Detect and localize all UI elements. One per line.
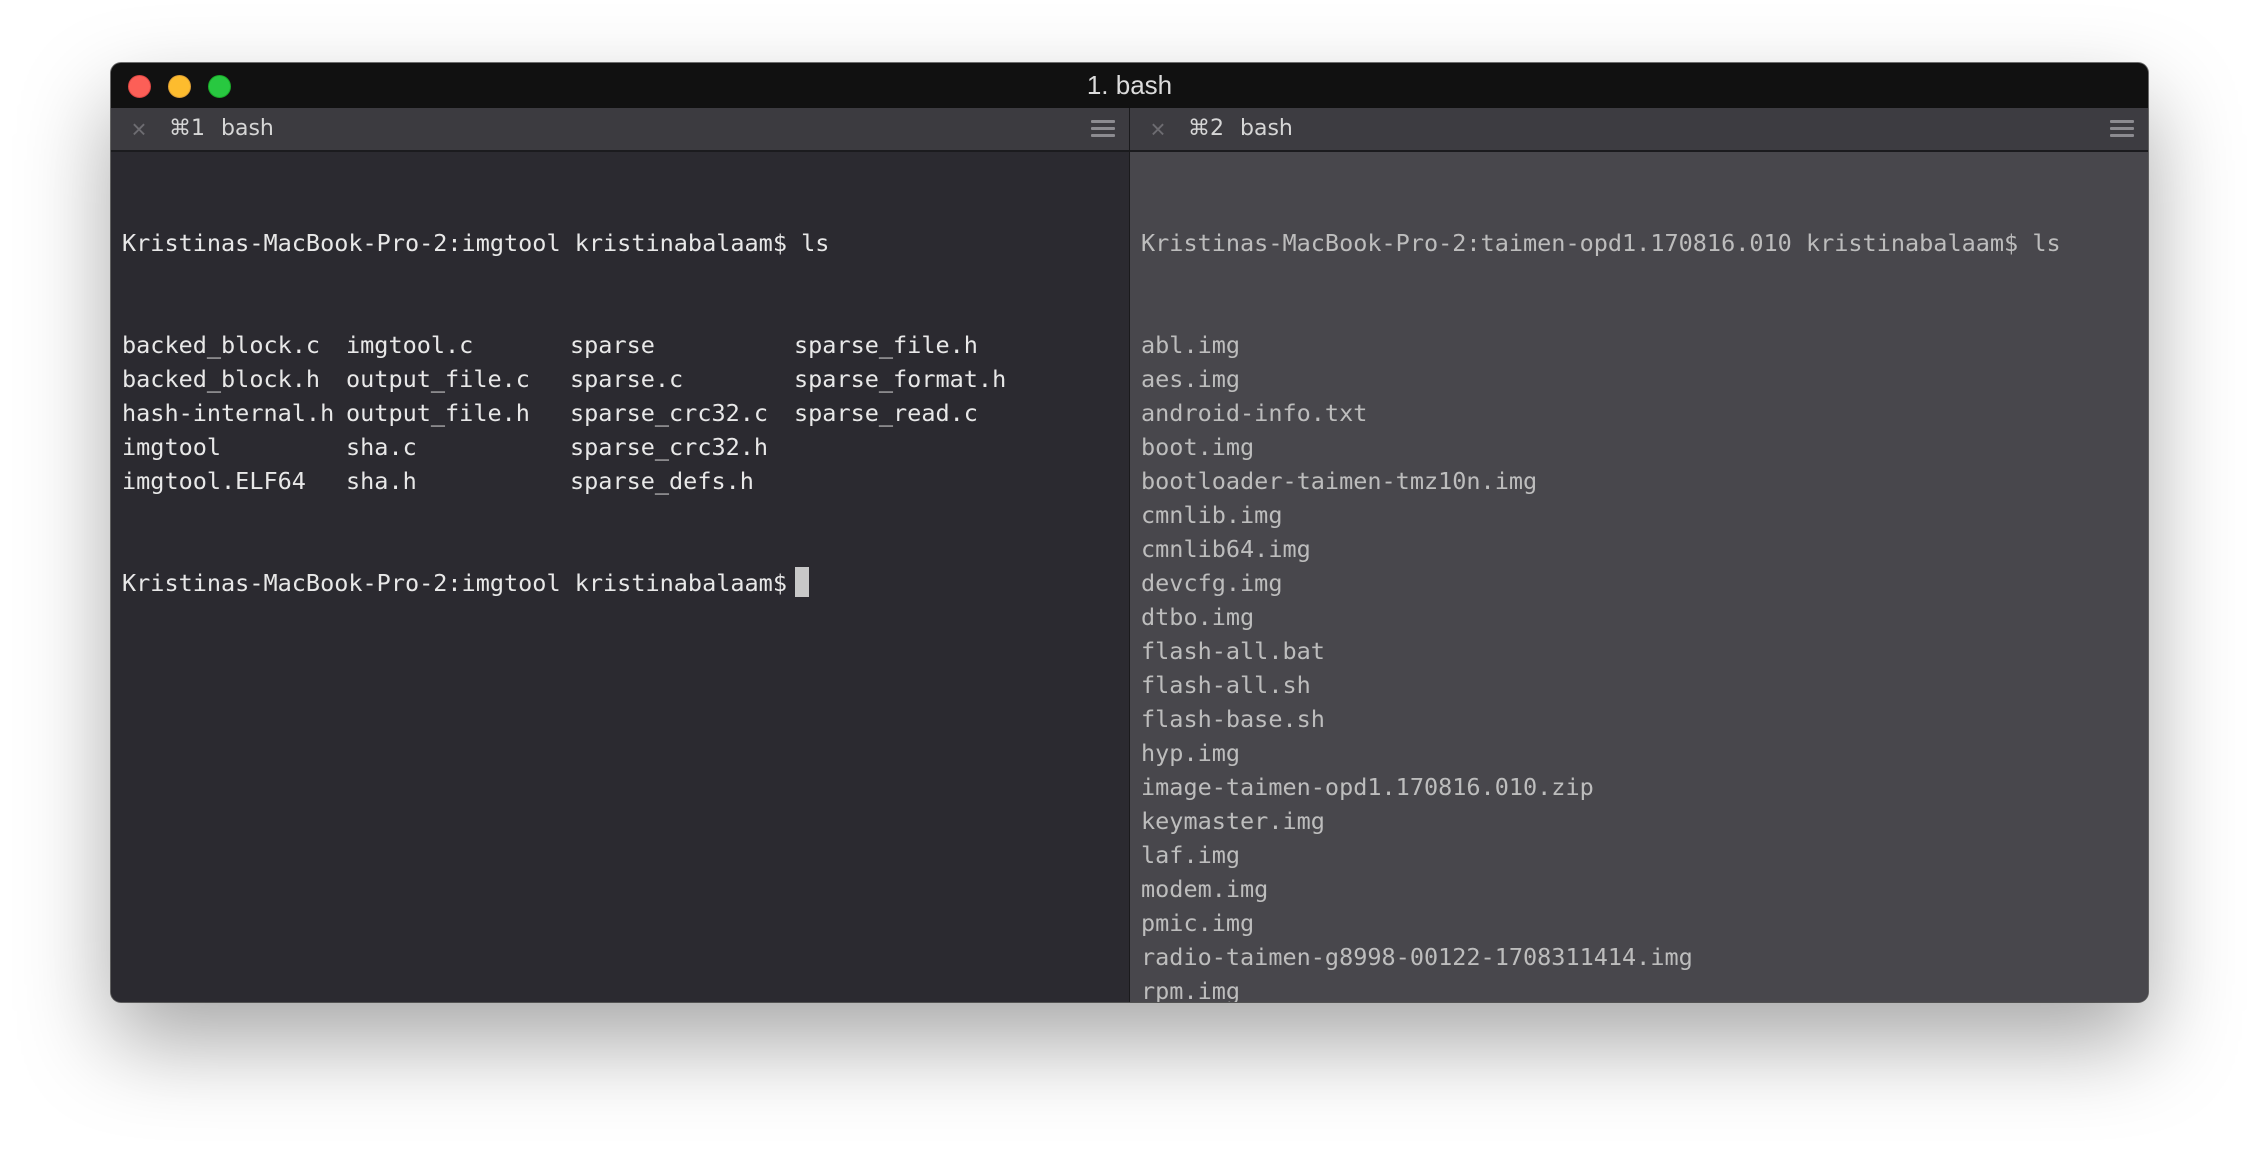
command-line: Kristinas-MacBook-Pro-2:taimen-opd1.1708… <box>1141 229 2061 257</box>
file-name: radio-taimen-g8998-00122-1708311414.img <box>1141 943 1693 971</box>
title-bar[interactable]: 1. bash <box>111 63 2148 108</box>
file-name: abl.img <box>1141 331 1241 359</box>
hamburger-menu-icon[interactable] <box>2110 120 2134 138</box>
file-name: cmnlib64.img <box>1141 535 1311 563</box>
file-name: flash-all.sh <box>1141 671 1311 699</box>
file-name: sparse_crc32.c <box>570 399 769 427</box>
file-name: dtbo.img <box>1141 603 1255 631</box>
tab-name-label: bash <box>221 116 274 141</box>
file-name: sha.h <box>346 467 417 495</box>
file-name: rpm.img <box>1141 977 1241 1002</box>
listing-row: hash-internal.h output_file.h sparse_crc32… <box>122 396 1129 430</box>
file-name: sha.c <box>346 433 417 461</box>
file-name: flash-all.bat <box>1141 637 1325 665</box>
file-name: imgtool <box>122 433 222 461</box>
file-name: output_file.c <box>346 365 530 393</box>
file-name <box>794 464 1018 498</box>
file-name: bootloader-taimen-tmz10n.img <box>1141 467 1538 495</box>
pane-tab-2[interactable]: × ⌘2 bash <box>1130 108 2148 152</box>
ls-output: backed_block.c imgtool.c sparse sparse_file… <box>122 328 1129 498</box>
file-name: laf.img <box>1141 841 1241 869</box>
file-name: cmnlib.img <box>1141 501 1283 529</box>
tab-shortcut-label: ⌘2 <box>1188 116 1224 141</box>
window-title: 1. bash <box>1086 70 1173 100</box>
tab-shortcut-label: ⌘1 <box>169 116 205 141</box>
terminal-pane-left[interactable]: Kristinas-MacBook-Pro-2:imgtool kristina… <box>111 152 1129 1002</box>
file-name: sparse_crc32.h <box>570 433 769 461</box>
hamburger-menu-icon[interactable] <box>1091 120 1115 138</box>
text-cursor <box>794 567 809 597</box>
file-name: sparse.c <box>570 365 684 393</box>
file-name: devcfg.img <box>1141 569 1283 597</box>
file-name: output_file.h <box>346 399 530 427</box>
file-name: sparse_read.c <box>794 399 978 427</box>
file-name: hash-internal.h <box>122 399 335 427</box>
file-name: android-info.txt <box>1141 399 1368 427</box>
file-name: pmic.img <box>1141 909 1255 937</box>
ls-output: abl.img aes.img android-info.txt boot.img bo… <box>1141 328 2148 1002</box>
file-name: image-taimen-opd1.170816.010.zip <box>1141 773 1594 801</box>
command-line: Kristinas-MacBook-Pro-2:imgtool kristina… <box>122 229 830 257</box>
file-name: keymaster.img <box>1141 807 1325 835</box>
listing-row: backed_block.c imgtool.c sparse sparse_file… <box>122 328 1129 362</box>
current-prompt-line[interactable]: Kristinas-MacBook-Pro-2:imgtool kristina… <box>122 566 1129 600</box>
file-name: imgtool.ELF64 <box>122 467 306 495</box>
tab-name-label: bash <box>1240 116 1293 141</box>
file-name: sparse_defs.h <box>570 467 754 495</box>
terminal-pane-right[interactable]: Kristinas-MacBook-Pro-2:taimen-opd1.1708… <box>1130 152 2148 1002</box>
file-name <box>794 430 1018 464</box>
file-name: boot.img <box>1141 433 1255 461</box>
file-name: hyp.img <box>1141 739 1241 767</box>
file-name: aes.img <box>1141 365 1241 393</box>
file-name: sparse_file.h <box>794 331 978 359</box>
file-name: sparse <box>570 331 655 359</box>
file-name: imgtool.c <box>346 331 474 359</box>
file-name: flash-base.sh <box>1141 705 1325 733</box>
file-name: backed_block.h <box>122 365 321 393</box>
pane-tab-1[interactable]: × ⌘1 bash <box>111 108 1129 152</box>
file-name: sparse_format.h <box>794 365 1007 393</box>
terminal-window: 1. bash × ⌘1 bash × ⌘2 bash Kristinas-Ma… <box>111 63 2148 1002</box>
listing-row: imgtool.ELF64 sha.h sparse_defs.h <box>122 464 1129 498</box>
file-name: modem.img <box>1141 875 1269 903</box>
listing-row: imgtool sha.c sparse_crc32.h <box>122 430 1129 464</box>
close-icon[interactable]: × <box>127 116 151 142</box>
shell-prompt: Kristinas-MacBook-Pro-2:imgtool kristina… <box>122 569 787 597</box>
file-name: backed_block.c <box>122 331 321 359</box>
listing-row: backed_block.h output_file.c sparse.c spars… <box>122 362 1129 396</box>
close-icon[interactable]: × <box>1146 116 1170 142</box>
